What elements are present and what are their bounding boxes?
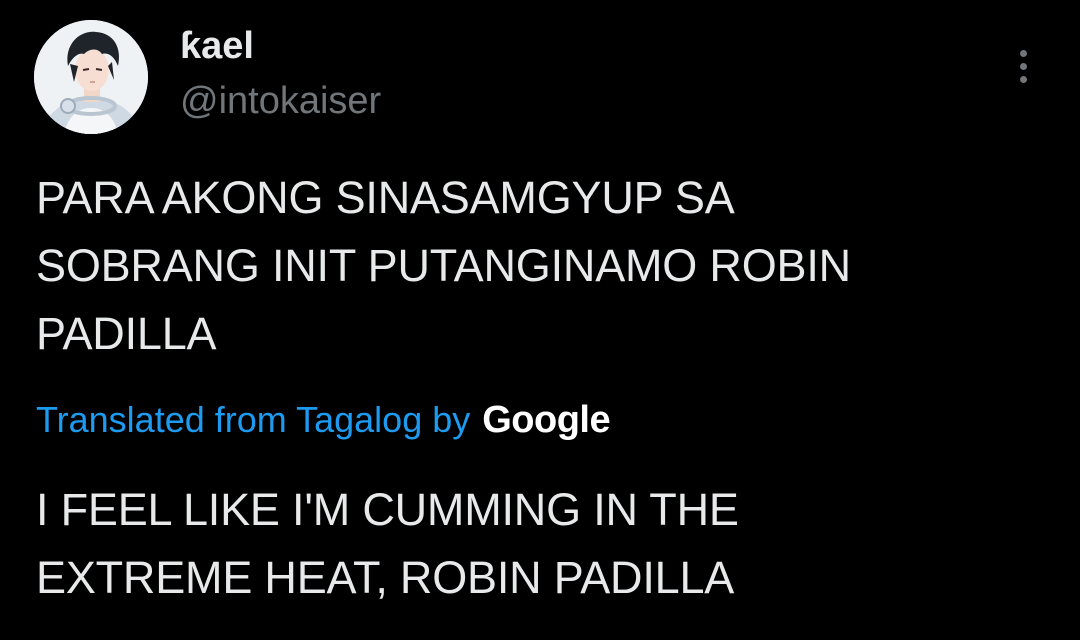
tweet-text: PARA AKONG SINASAMGYUP SA SOBRANG INIT P… [36,164,1046,368]
tweet: ƙael @intokaiser PARA AKONG SINASAMGYUP … [0,0,1080,640]
avatar[interactable] [34,20,148,134]
tweet-text-line: PADILLA [36,308,217,359]
tweet-text-line: PARA AKONG SINASAMGYUP SA [36,172,735,223]
translation-bar: Translated from Tagalog by Google [36,393,611,447]
more-vertical-icon-dot [1019,75,1027,83]
translated-text: I FEEL LIKE I'M CUMMING IN THE EXTREME H… [36,476,1046,612]
user-handle[interactable]: @intokaiser [180,77,381,125]
tweet-text-line: SOBRANG INIT PUTANGINAMO ROBIN [36,240,851,291]
translated-text-line: I FEEL LIKE I'M CUMMING IN THE [36,484,739,535]
google-logo: Google [482,398,611,441]
avatar-illustration [34,20,148,134]
more-options-button[interactable] [1003,44,1043,88]
translation-source-link[interactable]: Translated from Tagalog by [36,399,470,441]
display-name[interactable]: ƙael [180,22,254,70]
more-vertical-icon-dot [1019,62,1027,70]
more-vertical-icon [1019,49,1027,57]
translated-text-line: EXTREME HEAT, ROBIN PADILLA [36,552,735,603]
